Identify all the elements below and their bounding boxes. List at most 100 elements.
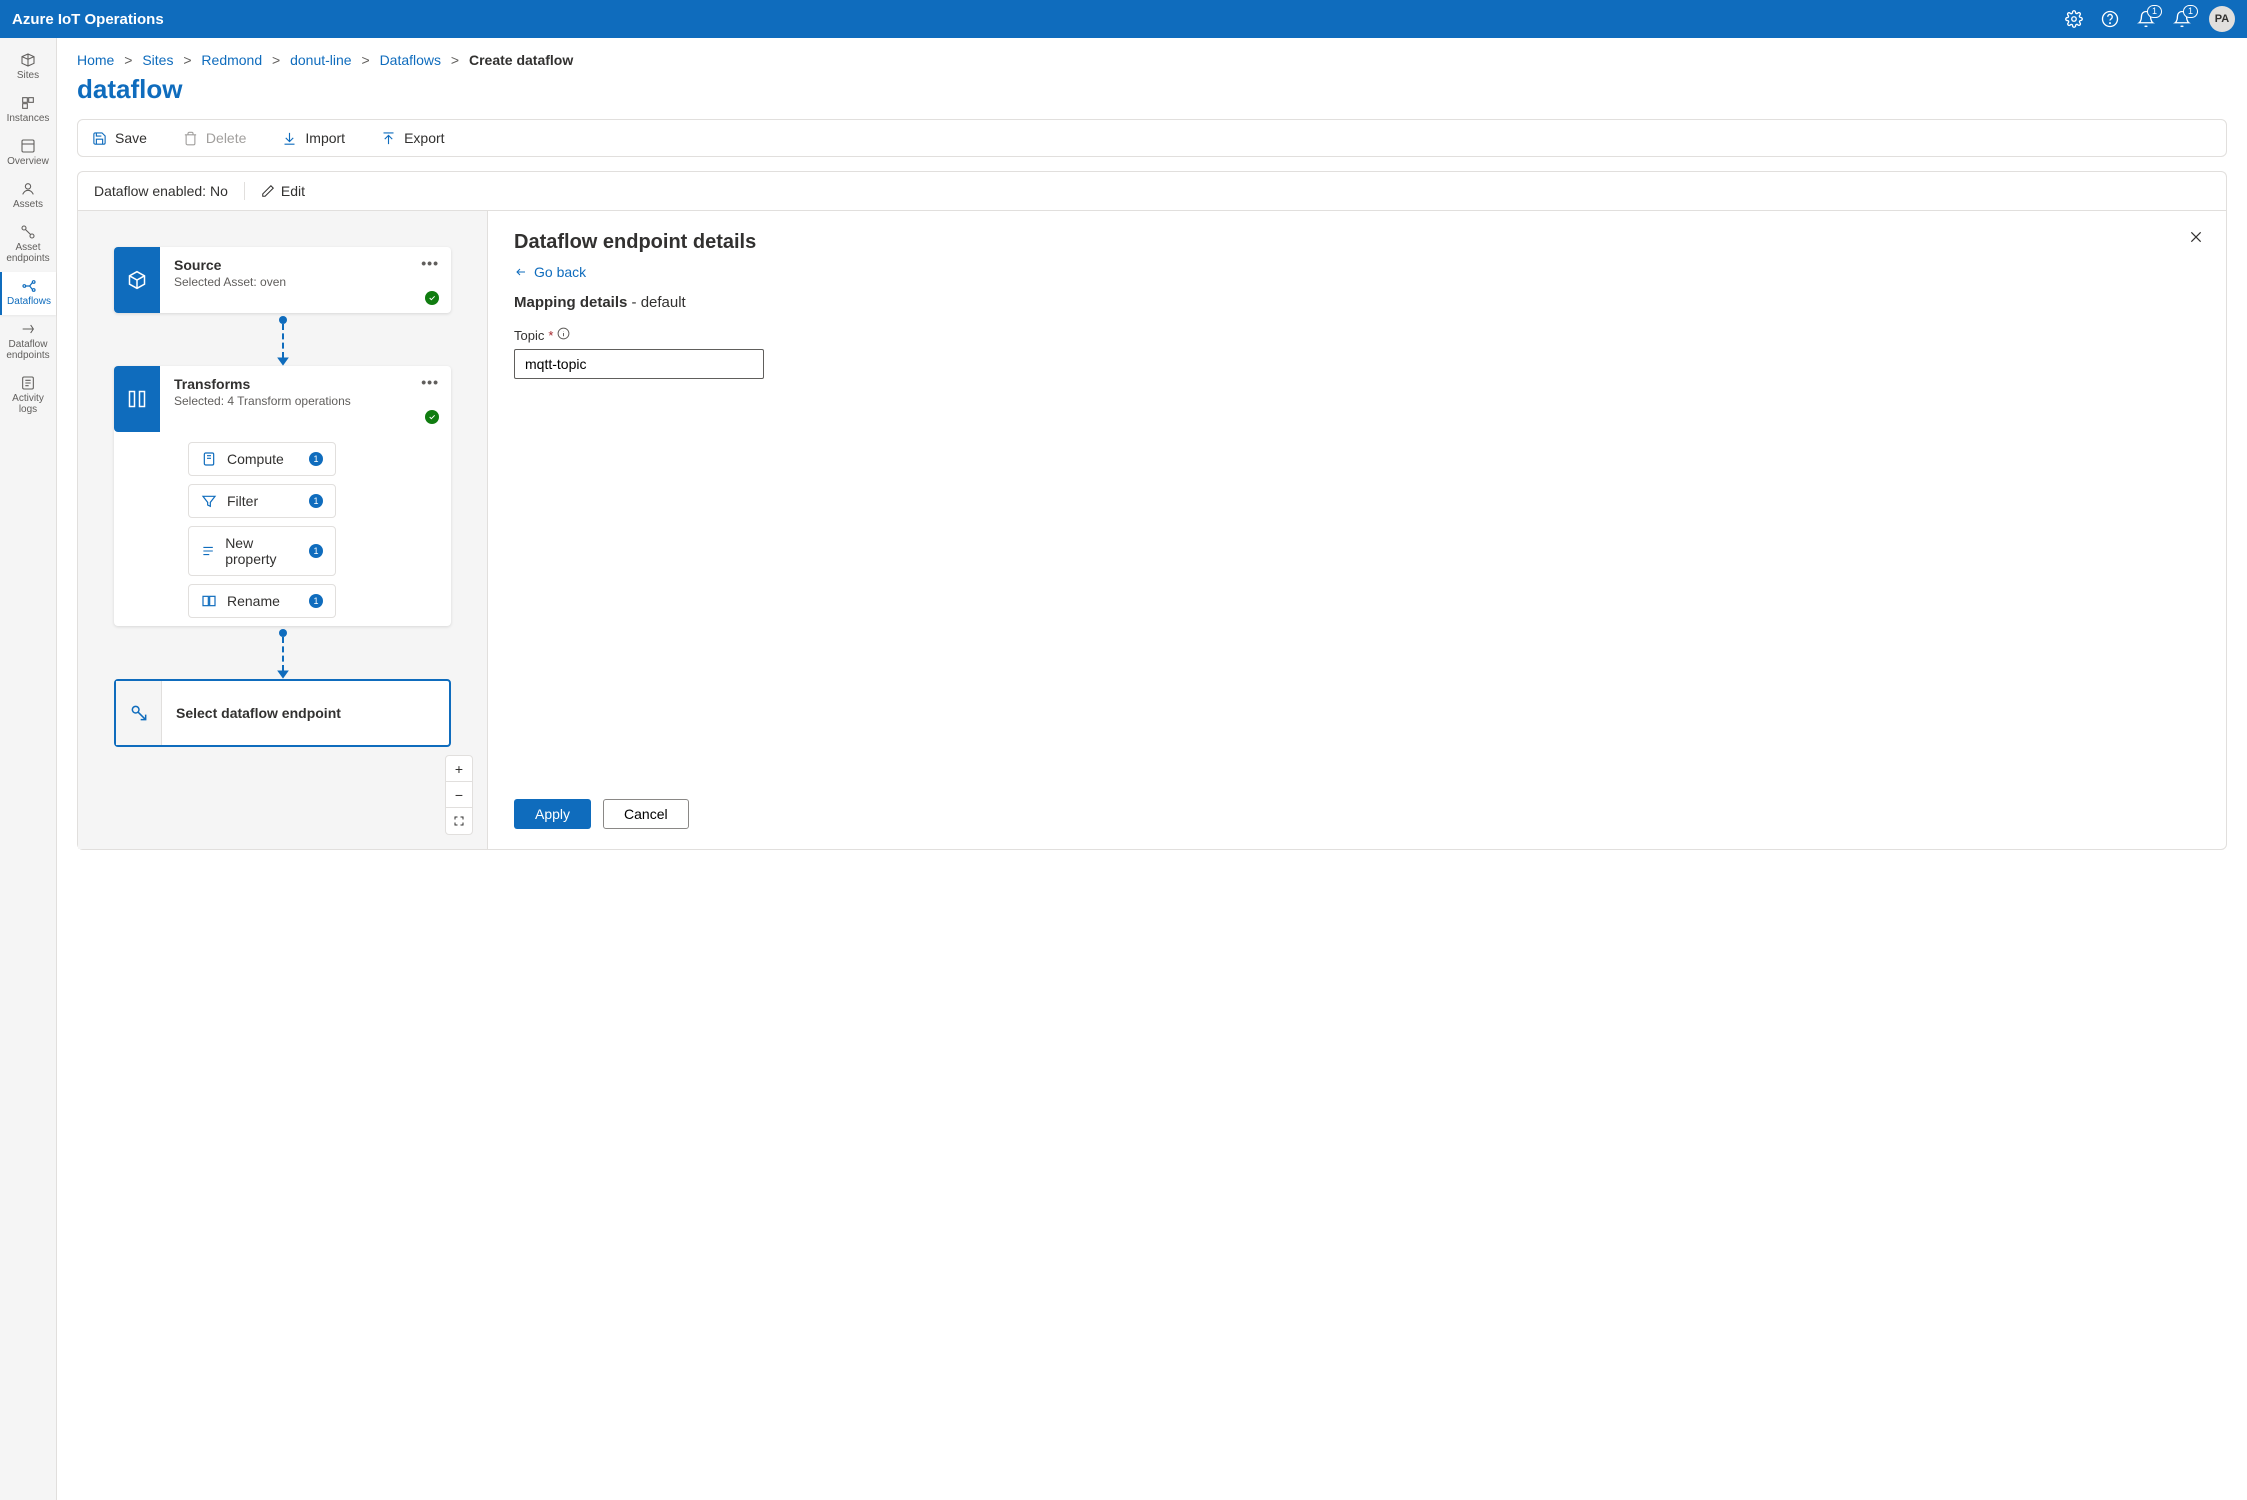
sidebar-item-label: Dataflows — [7, 296, 51, 307]
breadcrumb-home[interactable]: Home — [77, 52, 114, 68]
page-title: dataflow — [77, 74, 2227, 105]
sidebar-item-dataflow-endpoints[interactable]: Dataflow endpoints — [0, 315, 56, 369]
mapping-value: default — [641, 294, 686, 311]
sidebar-item-label: Activity logs — [2, 393, 54, 415]
delete-label: Delete — [206, 130, 246, 146]
notification-bell-1-icon[interactable]: 1 — [2137, 10, 2155, 28]
cancel-button[interactable]: Cancel — [603, 799, 689, 829]
transforms-title: Transforms — [174, 376, 437, 392]
delete-button: Delete — [183, 130, 246, 146]
mapping-label: Mapping details — [514, 294, 627, 311]
breadcrumb: Home > Sites > Redmond > donut-line > Da… — [77, 52, 2227, 68]
count-badge: 1 — [309, 494, 323, 508]
header-icons: 1 1 PA — [2065, 6, 2235, 32]
source-subtitle: Selected Asset: oven — [174, 275, 437, 289]
sidebar-item-label: Dataflow endpoints — [2, 339, 54, 361]
more-icon[interactable]: ••• — [421, 374, 439, 390]
apply-button[interactable]: Apply — [514, 799, 591, 829]
required-marker: * — [548, 328, 553, 343]
app-title: Azure IoT Operations — [12, 11, 164, 28]
zoom-in-button[interactable]: + — [446, 756, 472, 782]
top-header: Azure IoT Operations 1 1 PA — [0, 0, 2247, 38]
check-icon — [425, 410, 439, 424]
select-endpoint-node[interactable]: Select dataflow endpoint — [114, 679, 451, 747]
zoom-out-button[interactable]: − — [446, 782, 472, 808]
details-panel: Dataflow endpoint details Go back Mappin… — [488, 211, 2226, 849]
sidebar-item-label: Instances — [7, 113, 50, 124]
flow-arrow — [114, 626, 451, 679]
breadcrumb-redmond[interactable]: Redmond — [201, 52, 262, 68]
canvas-panel: Source Selected Asset: oven ••• — [78, 211, 488, 849]
export-label: Export — [404, 130, 444, 146]
panel-footer: Apply Cancel — [514, 779, 2200, 829]
go-back-link[interactable]: Go back — [514, 264, 2200, 280]
status-bar: Dataflow enabled: No Edit — [77, 171, 2227, 210]
breadcrumb-sites[interactable]: Sites — [142, 52, 173, 68]
sidebar-item-label: Assets — [13, 199, 43, 210]
sidebar-item-label: Sites — [17, 70, 39, 81]
breadcrumb-dataflows[interactable]: Dataflows — [380, 52, 441, 68]
sidebar-item-activity-logs[interactable]: Activity logs — [0, 369, 56, 423]
edit-label: Edit — [281, 183, 305, 199]
rename-label: Rename — [227, 593, 280, 609]
go-back-label: Go back — [534, 264, 586, 280]
topic-field-label: Topic * — [514, 327, 2200, 343]
notification-bell-2-icon[interactable]: 1 — [2173, 10, 2191, 28]
breadcrumb-current: Create dataflow — [469, 52, 573, 68]
transform-filter[interactable]: Filter 1 — [188, 484, 336, 518]
more-icon[interactable]: ••• — [421, 255, 439, 271]
flow-arrow — [114, 313, 451, 366]
breadcrumb-cluster[interactable]: donut-line — [290, 52, 352, 68]
transform-new-property[interactable]: New property 1 — [188, 526, 336, 576]
transform-list: Compute 1 Filter 1 New property 1 — [114, 432, 451, 626]
save-label: Save — [115, 130, 147, 146]
topic-label: Topic — [514, 328, 544, 343]
import-button[interactable]: Import — [282, 130, 345, 146]
panel-title: Dataflow endpoint details — [514, 231, 2200, 254]
count-badge: 1 — [309, 544, 323, 558]
filter-label: Filter — [227, 493, 258, 509]
zoom-controls: + − — [445, 755, 473, 835]
sidebar-item-dataflows[interactable]: Dataflows — [0, 272, 56, 315]
zoom-fit-button[interactable] — [446, 808, 472, 834]
info-icon[interactable] — [557, 327, 570, 343]
endpoint-icon — [116, 681, 162, 745]
newprop-label: New property — [225, 535, 299, 567]
check-icon — [425, 291, 439, 305]
export-button[interactable]: Export — [381, 130, 444, 146]
source-node[interactable]: Source Selected Asset: oven ••• — [114, 247, 451, 313]
cube-icon — [114, 247, 160, 313]
transforms-icon — [114, 366, 160, 432]
command-bar: Save Delete Import Export — [77, 119, 2227, 157]
sidebar-item-instances[interactable]: Instances — [0, 89, 56, 132]
sidebar-item-sites[interactable]: Sites — [0, 46, 56, 89]
transform-compute[interactable]: Compute 1 — [188, 442, 336, 476]
transforms-node[interactable]: Transforms Selected: 4 Transform operati… — [114, 366, 451, 626]
sidebar-item-asset-endpoints[interactable]: Asset endpoints — [0, 218, 56, 272]
sidebar-item-label: Overview — [7, 156, 49, 167]
endpoint-label: Select dataflow endpoint — [162, 705, 341, 721]
edit-button[interactable]: Edit — [261, 183, 305, 199]
import-label: Import — [305, 130, 345, 146]
dataflow-enabled-status: Dataflow enabled: No — [94, 183, 228, 199]
mapping-heading: Mapping details - default — [514, 294, 2200, 311]
sidebar-item-assets[interactable]: Assets — [0, 175, 56, 218]
notification-badge: 1 — [2183, 5, 2198, 18]
close-icon[interactable] — [2188, 229, 2204, 248]
sidebar-item-overview[interactable]: Overview — [0, 132, 56, 175]
content: Home > Sites > Redmond > donut-line > Da… — [57, 38, 2247, 1500]
source-title: Source — [174, 257, 437, 273]
save-button[interactable]: Save — [92, 130, 147, 146]
transforms-subtitle: Selected: 4 Transform operations — [174, 394, 437, 408]
notification-badge: 1 — [2147, 5, 2162, 18]
transform-rename[interactable]: Rename 1 — [188, 584, 336, 618]
avatar[interactable]: PA — [2209, 6, 2235, 32]
count-badge: 1 — [309, 452, 323, 466]
sidebar: Sites Instances Overview Assets Asset en… — [0, 38, 57, 1500]
sidebar-item-label: Asset endpoints — [2, 242, 54, 264]
settings-icon[interactable] — [2065, 10, 2083, 28]
count-badge: 1 — [309, 594, 323, 608]
compute-label: Compute — [227, 451, 284, 467]
help-icon[interactable] — [2101, 10, 2119, 28]
topic-input[interactable] — [514, 349, 764, 379]
